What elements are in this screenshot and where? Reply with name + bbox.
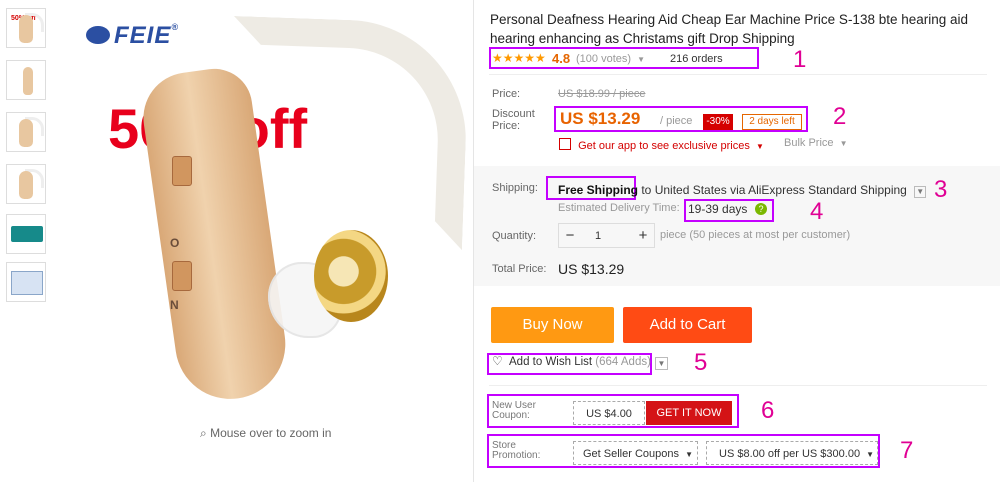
annotation-4: 4 — [810, 198, 824, 225]
thumbnail-6[interactable] — [6, 262, 46, 302]
annotation-7: 7 — [900, 437, 914, 464]
hearing-aid-control-bottom — [172, 261, 192, 291]
buy-now-button[interactable]: Buy Now — [491, 307, 614, 343]
coupon-divider — [489, 385, 987, 386]
store-offer-dropdown[interactable]: US $8.00 off per US $300.00 ▼ — [706, 441, 878, 465]
help-icon[interactable]: ? — [755, 203, 767, 215]
hearing-aid-body-shape — [19, 119, 33, 147]
annotation-2: 2 — [833, 103, 847, 130]
discount-price-label-line-1: Discount — [492, 108, 535, 120]
shipping-destination-text: to United States via AliExpress Standard… — [638, 183, 907, 197]
quantity-value[interactable]: 1 — [595, 230, 601, 242]
app-promo-link[interactable]: Get our app to see exclusive prices ▼ — [559, 137, 764, 152]
bulk-price-link[interactable]: Bulk Price ▼ — [784, 137, 848, 149]
gold-ring-shape — [314, 230, 388, 322]
wishlist-text: Add to Wish List — [509, 356, 593, 368]
chevron-down-icon: ▼ — [685, 450, 693, 459]
annotation-6: 6 — [761, 397, 775, 424]
section-divider — [489, 74, 987, 75]
new-user-coupon-value: US $4.00 — [573, 401, 645, 425]
votes-text: (100 votes) — [576, 53, 632, 65]
add-to-cart-button[interactable]: Add to Cart — [623, 307, 752, 343]
get-it-now-button[interactable]: GET IT NOW — [646, 401, 732, 425]
chevron-down-icon: ▼ — [839, 139, 848, 148]
zoom-hint-text: Mouse over to zoom in — [210, 426, 332, 440]
votes-count[interactable]: (100 votes) ▼ — [576, 53, 645, 65]
wishlist-link[interactable]: ♡ Add to Wish List (664 Adds) — [492, 354, 651, 368]
chevron-down-icon: ▼ — [755, 142, 764, 151]
package-shape — [11, 271, 43, 295]
annotation-1: 1 — [793, 46, 807, 73]
hearing-aid-body-shape — [19, 15, 33, 43]
registered-mark: ® — [171, 22, 179, 32]
chevron-down-icon: ▼ — [914, 186, 927, 198]
rating-stars-icon: ★★★★★ — [492, 51, 546, 65]
shipping-label: Shipping: — [492, 182, 538, 194]
store-promotion-label: Store Promotion: — [492, 440, 541, 461]
total-price: US $13.29 — [558, 261, 625, 277]
hearing-aid-letter-o: O — [170, 236, 180, 250]
hearing-aid-body-shape — [23, 67, 33, 95]
thumbnail-4[interactable] — [6, 164, 46, 204]
chevron-down-icon: ▼ — [866, 450, 875, 459]
search-icon: ⌕ — [200, 426, 207, 440]
days-left-badge: 2 days left — [742, 114, 802, 130]
estimated-delivery-days: 19-39 days — [688, 202, 748, 216]
discount-badge: -30% — [703, 114, 733, 130]
quantity-label: Quantity: — [492, 230, 537, 242]
free-shipping-text: Free Shipping — [558, 183, 639, 197]
price-label: Price: — [492, 88, 521, 100]
wishlist-dropdown-icon[interactable]: ▼ — [655, 357, 668, 370]
hearing-aid-control-top — [172, 156, 192, 186]
bulk-price-text: Bulk Price — [784, 137, 834, 149]
chevron-down-icon: ▼ — [637, 55, 646, 64]
hearing-aid-letter-n: N — [170, 298, 179, 312]
discount-price: US $13.29 — [560, 109, 641, 128]
thumbnail-2[interactable] — [6, 60, 46, 100]
discount-price-label: Discount Price: — [492, 108, 535, 132]
decrease-button[interactable]: − — [559, 224, 581, 247]
seller-coupons-dropdown[interactable]: Get Seller Coupons ▼ — [573, 441, 698, 465]
hearing-aid-body-shape — [19, 171, 33, 199]
app-promo-text: Get our app to see exclusive prices — [578, 140, 750, 152]
qr-code-icon — [559, 138, 571, 150]
seller-coupons-text: Get Seller Coupons — [583, 448, 679, 460]
quantity-note: piece (50 pieces at most per customer) — [660, 229, 851, 241]
rating-value[interactable]: 4.8 — [552, 51, 570, 66]
new-user-coupon-label: New User Coupon: — [492, 400, 536, 421]
brand-logo-text: FEIE — [114, 22, 172, 49]
discount-price-label-line-2: Price: — [492, 120, 521, 132]
price-unit: / piece — [660, 115, 693, 127]
product-title: Personal Deafness Hearing Aid Cheap Ear … — [490, 12, 969, 46]
brand-logo-icon — [86, 25, 110, 44]
increase-button[interactable]: + — [632, 224, 654, 247]
annotation-5: 5 — [694, 349, 708, 376]
estimated-delivery-label: Estimated Delivery Time: — [558, 202, 680, 214]
original-price: US $18.99 / piece — [558, 88, 646, 100]
orders-count: 216 orders — [670, 53, 723, 65]
store-offer-text: US $8.00 off per US $300.00 — [719, 448, 861, 460]
total-price-label: Total Price: — [492, 263, 547, 275]
annotation-3: 3 — [934, 176, 948, 203]
zoom-hint: ⌕ Mouse over to zoom in — [200, 426, 331, 441]
thumbnail-1[interactable]: 50% off — [6, 8, 46, 48]
wishlist-count: (664 Adds) — [595, 356, 651, 368]
thumbnail-3[interactable] — [6, 112, 46, 152]
case-shape — [11, 226, 43, 242]
quantity-stepper[interactable]: − 1 + — [558, 223, 655, 248]
heart-icon: ♡ — [492, 354, 503, 368]
thumbnail-5[interactable] — [6, 214, 46, 254]
shipping-selection[interactable]: Free Shipping to United States via AliEx… — [558, 183, 927, 198]
brand-logo: FEIE® — [86, 22, 179, 50]
